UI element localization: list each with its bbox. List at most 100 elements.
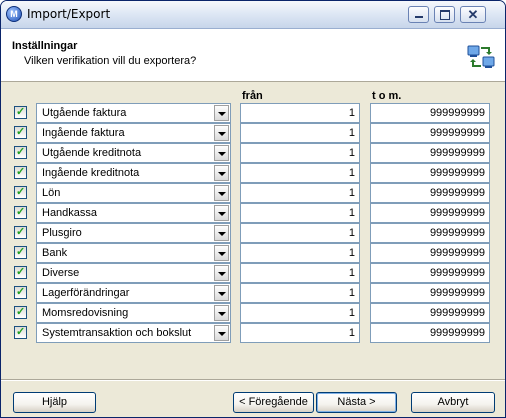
close-button[interactable]: ✕ [460,6,486,23]
from-number-input[interactable]: 1 [240,323,360,343]
minimize-icon [415,16,423,18]
from-number-input[interactable]: 1 [240,263,360,283]
app-icon: M [6,6,22,22]
include-checkbox[interactable]: ✓ [14,326,27,339]
include-checkbox[interactable]: ✓ [14,226,27,239]
voucher-type-select[interactable]: Momsredovisning [36,303,231,323]
include-checkbox[interactable]: ✓ [14,106,27,119]
voucher-type-value: Utgående faktura [42,107,127,119]
voucher-type-value: Utgående kreditnota [42,147,142,159]
from-number-input[interactable]: 1 [240,123,360,143]
checkmark-icon: ✓ [16,126,26,138]
voucher-type-select[interactable]: Plusgiro [36,223,231,243]
to-number-input[interactable]: 999999999 [370,303,490,323]
include-checkbox[interactable]: ✓ [14,306,27,319]
to-number-input[interactable]: 999999999 [370,103,490,123]
voucher-type-select[interactable]: Handkassa [36,203,231,223]
dropdown-arrow-icon[interactable] [214,165,229,181]
dropdown-arrow-icon[interactable] [214,205,229,221]
dropdown-arrow-icon[interactable] [214,125,229,141]
checkmark-icon: ✓ [16,226,26,238]
column-header-from: från [242,90,263,102]
dropdown-arrow-icon[interactable] [214,325,229,341]
voucher-type-select[interactable]: Utgående faktura [36,103,231,123]
dropdown-arrow-icon[interactable] [214,265,229,281]
to-number-input[interactable]: 999999999 [370,263,490,283]
from-number-input[interactable]: 1 [240,223,360,243]
voucher-row: ✓ Momsredovisning 1 999999999 [1,303,505,323]
voucher-type-select[interactable]: Systemtransaktion och bokslut [36,323,231,343]
voucher-type-select[interactable]: Lön [36,183,231,203]
dropdown-arrow-icon[interactable] [214,185,229,201]
voucher-row: ✓ Lagerförändringar 1 999999999 [1,283,505,303]
include-checkbox[interactable]: ✓ [14,206,27,219]
include-checkbox[interactable]: ✓ [14,186,27,199]
to-number-input[interactable]: 999999999 [370,323,490,343]
voucher-type-value: Plusgiro [42,227,82,239]
to-number-input[interactable]: 999999999 [370,183,490,203]
voucher-type-value: Handkassa [42,207,98,219]
from-number-input[interactable]: 1 [240,163,360,183]
from-number-input[interactable]: 1 [240,143,360,163]
dropdown-arrow-icon[interactable] [214,305,229,321]
footer-divider [1,379,505,381]
help-button[interactable]: Hjälp [13,392,96,413]
voucher-type-value: Systemtransaktion och bokslut [42,327,192,339]
voucher-type-value: Ingående kreditnota [42,167,140,179]
close-icon: ✕ [467,7,479,22]
checkmark-icon: ✓ [16,286,26,298]
to-number-input[interactable]: 999999999 [370,243,490,263]
voucher-row: ✓ Bank 1 999999999 [1,243,505,263]
voucher-row: ✓ Handkassa 1 999999999 [1,203,505,223]
dropdown-arrow-icon[interactable] [214,285,229,301]
from-number-input[interactable]: 1 [240,243,360,263]
to-number-input[interactable]: 999999999 [370,143,490,163]
from-number-input[interactable]: 1 [240,303,360,323]
header-subtitle: Vilken verifikation vill du exportera? [24,55,197,67]
voucher-type-select[interactable]: Diverse [36,263,231,283]
title-bar[interactable]: M Import/Export ✕ [1,1,505,29]
previous-button[interactable]: < Föregående [233,392,314,413]
from-number-input[interactable]: 1 [240,283,360,303]
window-title: Import/Export [27,7,111,21]
network-transfer-icon [467,45,495,68]
include-checkbox[interactable]: ✓ [14,166,27,179]
next-button[interactable]: Nästa > [316,392,397,413]
voucher-type-select[interactable]: Lagerförändringar [36,283,231,303]
voucher-type-select[interactable]: Ingående kreditnota [36,163,231,183]
voucher-row: ✓ Lön 1 999999999 [1,183,505,203]
include-checkbox[interactable]: ✓ [14,146,27,159]
dropdown-arrow-icon[interactable] [214,145,229,161]
include-checkbox[interactable]: ✓ [14,126,27,139]
voucher-type-select[interactable]: Bank [36,243,231,263]
voucher-row: ✓ Diverse 1 999999999 [1,263,505,283]
voucher-type-select[interactable]: Ingående faktura [36,123,231,143]
dropdown-arrow-icon[interactable] [214,225,229,241]
to-number-input[interactable]: 999999999 [370,283,490,303]
voucher-row: ✓ Systemtransaktion och bokslut 1 999999999 [1,323,505,343]
voucher-row: ✓ Utgående kreditnota 1 999999999 [1,143,505,163]
dropdown-arrow-icon[interactable] [214,105,229,121]
maximize-button[interactable] [434,6,455,23]
maximize-icon [440,10,450,20]
voucher-type-value: Momsredovisning [42,307,129,319]
checkmark-icon: ✓ [16,186,26,198]
import-export-window: M Import/Export ✕ Inställningar Vilken v… [0,0,506,418]
to-number-input[interactable]: 999999999 [370,223,490,243]
include-checkbox[interactable]: ✓ [14,246,27,259]
from-number-input[interactable]: 1 [240,203,360,223]
minimize-button[interactable] [408,6,429,23]
voucher-type-select[interactable]: Utgående kreditnota [36,143,231,163]
to-number-input[interactable]: 999999999 [370,123,490,143]
checkmark-icon: ✓ [16,106,26,118]
dropdown-arrow-icon[interactable] [214,245,229,261]
from-number-input[interactable]: 1 [240,103,360,123]
checkmark-icon: ✓ [16,166,26,178]
to-number-input[interactable]: 999999999 [370,163,490,183]
from-number-input[interactable]: 1 [240,183,360,203]
to-number-input[interactable]: 999999999 [370,203,490,223]
cancel-button[interactable]: Avbryt [411,392,495,413]
checkmark-icon: ✓ [16,206,26,218]
include-checkbox[interactable]: ✓ [14,266,27,279]
include-checkbox[interactable]: ✓ [14,286,27,299]
